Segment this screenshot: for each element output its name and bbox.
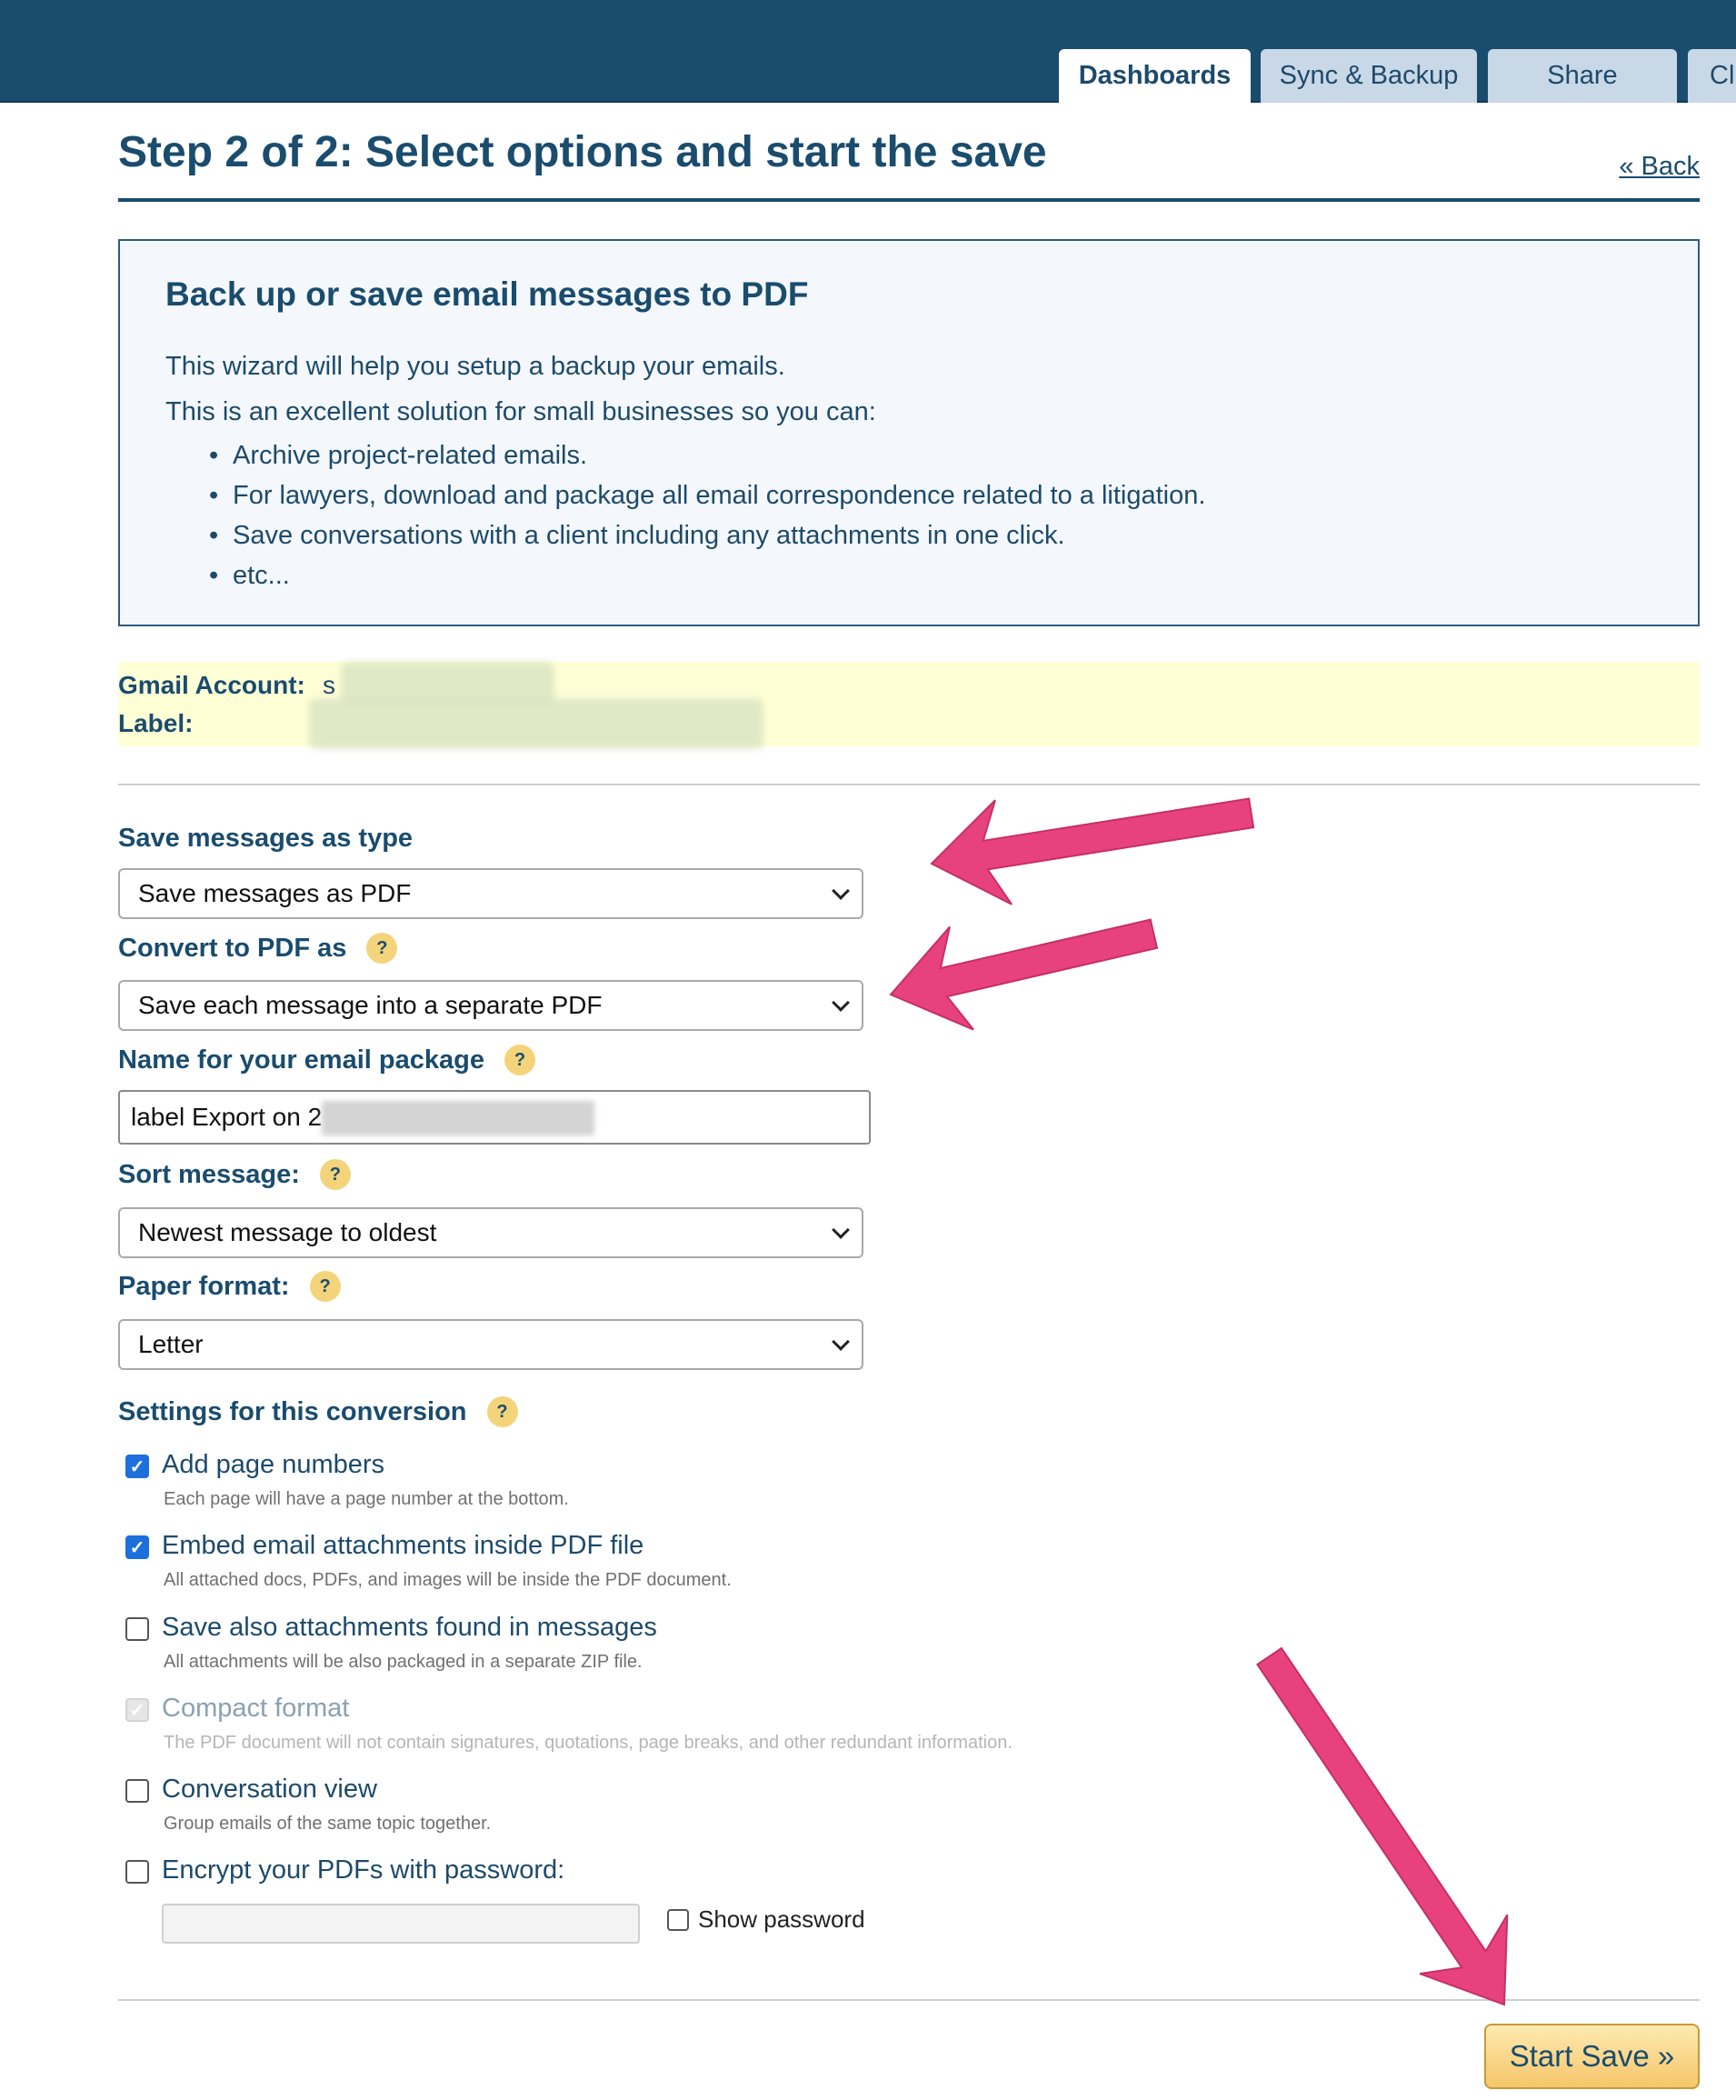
option-label: Encrypt your PDFs with password: (162, 1855, 565, 1885)
save-type-label: Save messages as type (118, 824, 413, 854)
back-link[interactable]: « Back (1619, 152, 1700, 182)
tab-dashboards[interactable]: Dashboards (1059, 49, 1251, 103)
show-password-label: Show password (698, 1905, 865, 1933)
tab-sync-backup[interactable]: Sync & Backup (1261, 49, 1477, 103)
checkbox: ✓ (125, 1698, 149, 1722)
option-description: Each page will have a page number at the… (164, 1489, 569, 1509)
title-divider (118, 198, 1700, 202)
chevron-down-icon (832, 882, 850, 900)
paper-format-value: Letter (138, 1330, 204, 1358)
settings-label-text: Settings for this conversion (118, 1396, 467, 1426)
list-item: Archive project-related emails. (209, 435, 1205, 475)
checkbox[interactable] (125, 1617, 149, 1641)
gmail-account-label: Gmail Account: (118, 671, 305, 699)
checkbox[interactable] (667, 1909, 689, 1931)
arrow-annotation-icon (889, 918, 1159, 1031)
paper-format-label: Paper format: ? (118, 1271, 341, 1302)
save-type-select[interactable]: Save messages as PDF (118, 868, 863, 919)
tab-share[interactable]: Share (1488, 49, 1677, 103)
checkbox[interactable]: ✓ (125, 1535, 149, 1559)
package-name-label: Name for your email package ? (118, 1045, 535, 1075)
convert-as-select[interactable]: Save each message into a separate PDF (118, 980, 863, 1031)
password-input[interactable] (162, 1904, 640, 1944)
top-nav-bar: Dashboards Sync & Backup Share Cl (0, 0, 1736, 103)
convert-as-label: Convert to PDF as ? (118, 933, 398, 964)
account-panel: Gmail Account: s Label: (118, 662, 1700, 749)
redacted-date (322, 1101, 594, 1135)
footer-divider (118, 1999, 1700, 2001)
sort-select[interactable]: Newest message to oldest (118, 1207, 863, 1258)
chevron-down-icon (832, 1221, 850, 1239)
section-divider (118, 784, 1700, 785)
option-label: Save also attachments found in messages (162, 1613, 657, 1642)
save-type-label-text: Save messages as type (118, 824, 414, 853)
page-title: Step 2 of 2: Select options and start th… (118, 128, 1047, 176)
checkbox[interactable] (125, 1860, 149, 1884)
redacted-label (309, 698, 763, 749)
convert-as-label-text: Convert to PDF as (118, 933, 347, 963)
option-description: The PDF document will not contain signat… (164, 1733, 1013, 1753)
sort-label-text: Sort message: (118, 1159, 300, 1189)
checkbox[interactable]: ✓ (125, 1455, 149, 1478)
option-label: Embed email attachments inside PDF file (162, 1531, 644, 1560)
info-box: Back up or save email messages to PDF Th… (118, 239, 1700, 626)
info-paragraph: This wizard will help you setup a backup… (165, 352, 785, 381)
option-description: Group emails of the same topic together. (164, 1814, 492, 1834)
package-name-label-text: Name for your email package (118, 1045, 484, 1075)
question-circle-icon[interactable]: ? (366, 933, 398, 964)
chevron-down-icon (832, 1333, 850, 1351)
paper-format-select[interactable]: Letter (118, 1319, 863, 1370)
info-paragraph: This is an excellent solution for small … (165, 397, 876, 426)
label-label: Label: (118, 709, 194, 737)
info-box-title: Back up or save email messages to PDF (165, 275, 809, 313)
list-item: etc... (209, 555, 1205, 595)
checkbox[interactable] (125, 1779, 149, 1803)
convert-as-value: Save each message into a separate PDF (138, 991, 603, 1019)
option-description: All attached docs, PDFs, and images will… (164, 1570, 732, 1590)
arrow-annotation-icon (1256, 1646, 1509, 2006)
save-type-value: Save messages as PDF (138, 879, 412, 907)
question-circle-icon[interactable]: ? (309, 1271, 341, 1302)
settings-label: Settings for this conversion ? (118, 1396, 518, 1427)
question-circle-icon[interactable]: ? (486, 1396, 518, 1427)
package-name-value: label Export on 2 (131, 1103, 323, 1131)
sort-label: Sort message: ? (118, 1159, 351, 1190)
sort-value: Newest message to oldest (138, 1218, 437, 1246)
list-item: Save conversations with a client includi… (209, 515, 1205, 555)
chevron-down-icon (832, 994, 850, 1012)
tab-clean[interactable]: Cl (1688, 49, 1736, 103)
option-label: Conversation view (162, 1775, 377, 1804)
question-circle-icon[interactable]: ? (504, 1045, 535, 1075)
option-description: All attachments will be also packaged in… (164, 1652, 643, 1672)
package-name-input[interactable]: label Export on 2 (118, 1090, 871, 1145)
gmail-account-value: s (323, 671, 335, 699)
question-circle-icon[interactable]: ? (319, 1159, 351, 1190)
start-save-button[interactable]: Start Save » (1484, 2024, 1700, 2089)
info-bullet-list: Archive project-related emails. For lawy… (209, 435, 1205, 595)
list-item: For lawyers, download and package all em… (209, 475, 1205, 515)
option-label: Compact format (162, 1694, 350, 1723)
option-label: Add page numbers (162, 1450, 385, 1479)
paper-format-label-text: Paper format: (118, 1271, 290, 1301)
